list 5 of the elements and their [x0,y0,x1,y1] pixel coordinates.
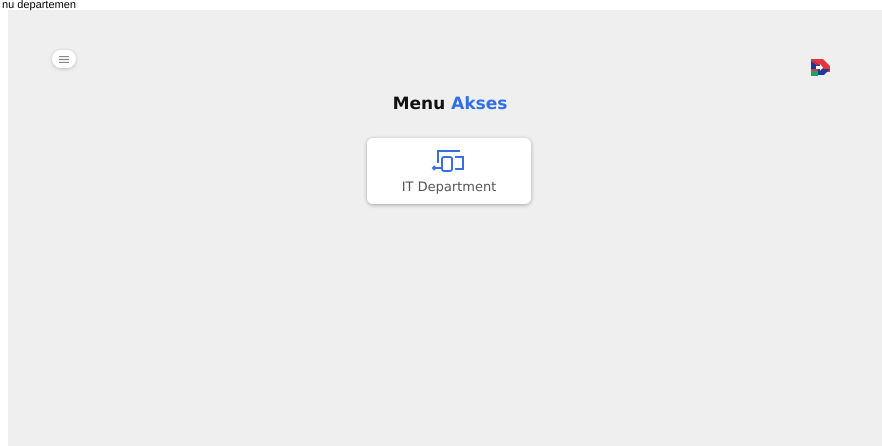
caption-text: nu departemen [2,0,76,10]
department-card[interactable]: IT Department [367,138,531,204]
page-heading: Menu Akses [392,94,508,114]
menu-button[interactable] [52,50,76,68]
menu-icon [59,56,69,62]
